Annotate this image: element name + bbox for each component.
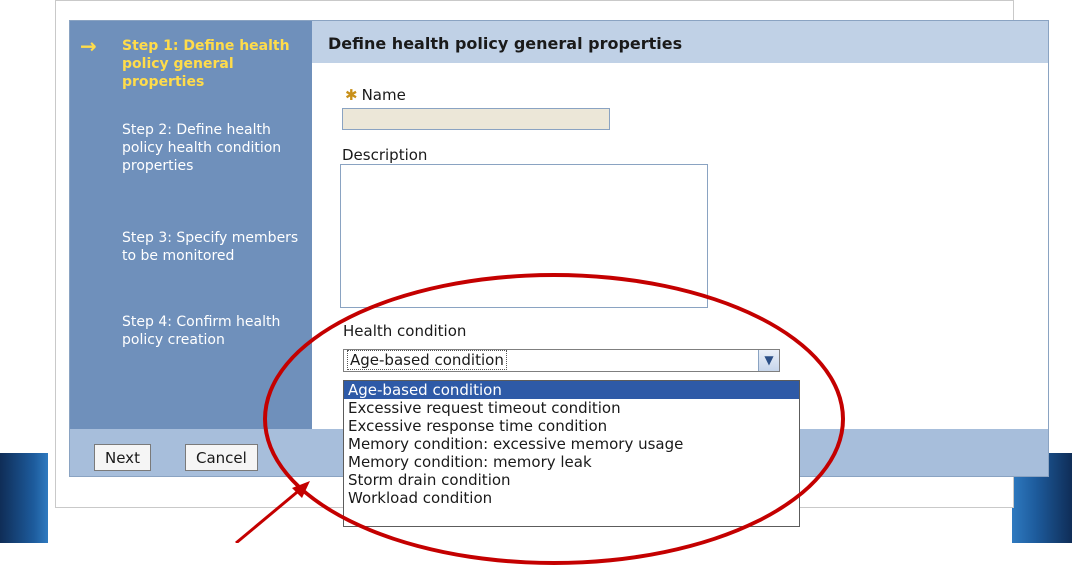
annotation-pointer-arrow	[235, 481, 310, 543]
